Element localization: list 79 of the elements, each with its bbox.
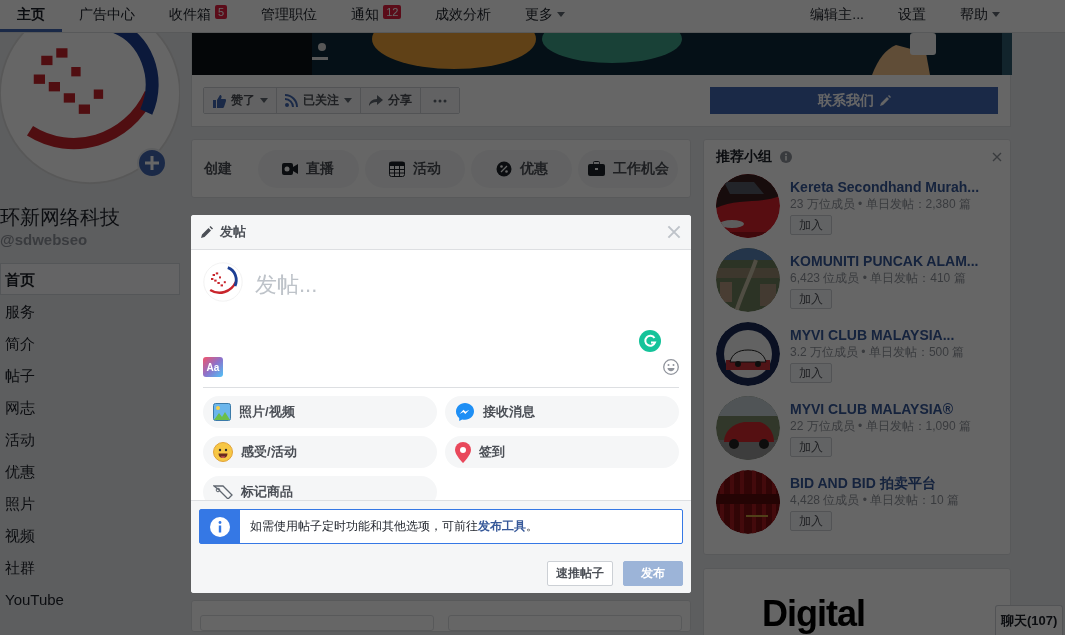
nav-tab[interactable]: 设置 xyxy=(881,0,943,32)
card-title: 推荐小组 xyxy=(716,148,772,166)
sidebar-item[interactable]: 简介 xyxy=(0,327,180,359)
calendar-icon xyxy=(389,160,406,177)
ad-headline: Digital xyxy=(762,596,865,632)
messenger-icon xyxy=(455,402,475,422)
text-format-button[interactable]: Aa xyxy=(203,357,223,377)
create-button[interactable]: 优惠 xyxy=(471,149,573,188)
sidebar-item[interactable]: 服务 xyxy=(0,295,180,327)
post-option[interactable]: 标记商品 xyxy=(203,476,437,500)
sidebar-item[interactable]: 首页 xyxy=(0,263,180,295)
sidebar-item[interactable]: 照片 xyxy=(0,487,180,519)
nav-tab[interactable]: 编辑主... xyxy=(803,0,881,32)
discount-badge-icon xyxy=(495,160,512,177)
join-button[interactable]: 加入 xyxy=(790,511,832,531)
count-badge: 12 xyxy=(383,5,402,19)
post-field[interactable]: 发帖... xyxy=(255,262,679,340)
info-text: 如需使用帖子定时功能和其他选项，可前往发布工具。 xyxy=(249,518,538,535)
nav-tab[interactable]: 更多 xyxy=(508,0,583,32)
nav-tab[interactable]: 广告中心 xyxy=(62,0,152,32)
rss-icon xyxy=(285,94,298,107)
sidebar-item[interactable]: 帖子 xyxy=(0,359,180,391)
action-button[interactable]: 已关注 xyxy=(277,88,361,113)
create-button[interactable]: 活动 xyxy=(364,149,466,188)
price-tag-icon xyxy=(213,485,233,499)
action-button[interactable]: 分享 xyxy=(361,88,421,113)
video-camera-icon xyxy=(282,161,299,176)
create-button[interactable]: 工作机会 xyxy=(578,149,678,188)
group-name[interactable]: Kereta Secondhand Murah... xyxy=(790,178,980,196)
modal-title: 发帖 xyxy=(220,223,246,241)
close-icon[interactable] xyxy=(992,152,1002,162)
briefcase-icon xyxy=(587,161,605,176)
nav-tab[interactable]: 收件箱 5 xyxy=(152,0,245,32)
join-button[interactable]: 加入 xyxy=(790,215,832,235)
publishing-tools-link[interactable]: 发布工具 xyxy=(478,519,526,533)
join-button[interactable]: 加入 xyxy=(790,363,832,383)
post-option[interactable]: 接收消息 xyxy=(445,396,679,428)
group-name[interactable]: BID AND BID 拍卖平台 xyxy=(790,474,936,492)
thumbs-up-icon xyxy=(212,93,226,108)
info-icon xyxy=(780,151,792,163)
sidebar-item[interactable]: 视频 xyxy=(0,519,180,551)
smiley-icon xyxy=(213,442,233,462)
sidebar-item[interactable]: 活动 xyxy=(0,423,180,455)
boost-button[interactable]: 速推帖子 xyxy=(547,561,613,586)
post-option[interactable]: 感受/活动 xyxy=(203,436,437,468)
create-label: 创建 xyxy=(204,159,233,178)
share-arrow-icon xyxy=(369,94,383,107)
emoji-icon[interactable] xyxy=(663,359,679,375)
nav-tab[interactable]: 成效分析 xyxy=(418,0,509,32)
grammar-check-icon xyxy=(639,330,661,352)
count-badge: 5 xyxy=(215,5,228,19)
create-button[interactable]: 直播 xyxy=(257,149,359,188)
nav-tab[interactable]: 帮助 xyxy=(943,0,1017,32)
close-icon[interactable] xyxy=(667,225,681,239)
group-name[interactable]: KOMUNITI PUNCAK ALAM... xyxy=(790,252,979,270)
pencil-icon xyxy=(201,226,213,238)
post-option[interactable]: 照片/视频 xyxy=(203,396,437,428)
group-name[interactable]: MYVI CLUB MALAYSIA® xyxy=(790,400,954,418)
more-icon xyxy=(433,98,447,103)
map-pin-icon xyxy=(455,441,471,463)
sidebar-item[interactable]: 社群 xyxy=(0,551,180,583)
more-button[interactable] xyxy=(421,88,459,113)
sidebar-item[interactable]: 优惠 xyxy=(0,455,180,487)
group-name[interactable]: MYVI CLUB MALAYSIA... xyxy=(790,326,955,344)
join-button[interactable]: 加入 xyxy=(790,437,832,457)
sidebar-item[interactable]: YouTube xyxy=(0,583,180,615)
info-icon xyxy=(210,516,230,537)
nav-tab[interactable]: 通知 12 xyxy=(334,0,419,32)
photo-icon xyxy=(213,403,231,421)
action-button[interactable]: 赞了 xyxy=(204,88,277,113)
join-button[interactable]: 加入 xyxy=(790,289,832,309)
plus-icon[interactable] xyxy=(137,148,167,178)
sidebar-item[interactable]: 网志 xyxy=(0,391,180,423)
contact-button[interactable]: 联系我们 xyxy=(710,87,998,114)
post-option[interactable]: 签到 xyxy=(445,436,679,468)
nav-tab[interactable]: 管理职位 xyxy=(244,0,335,32)
page-avatar xyxy=(203,262,243,302)
pencil-icon xyxy=(879,95,891,106)
page-name: 环新网络科技 xyxy=(0,205,121,230)
